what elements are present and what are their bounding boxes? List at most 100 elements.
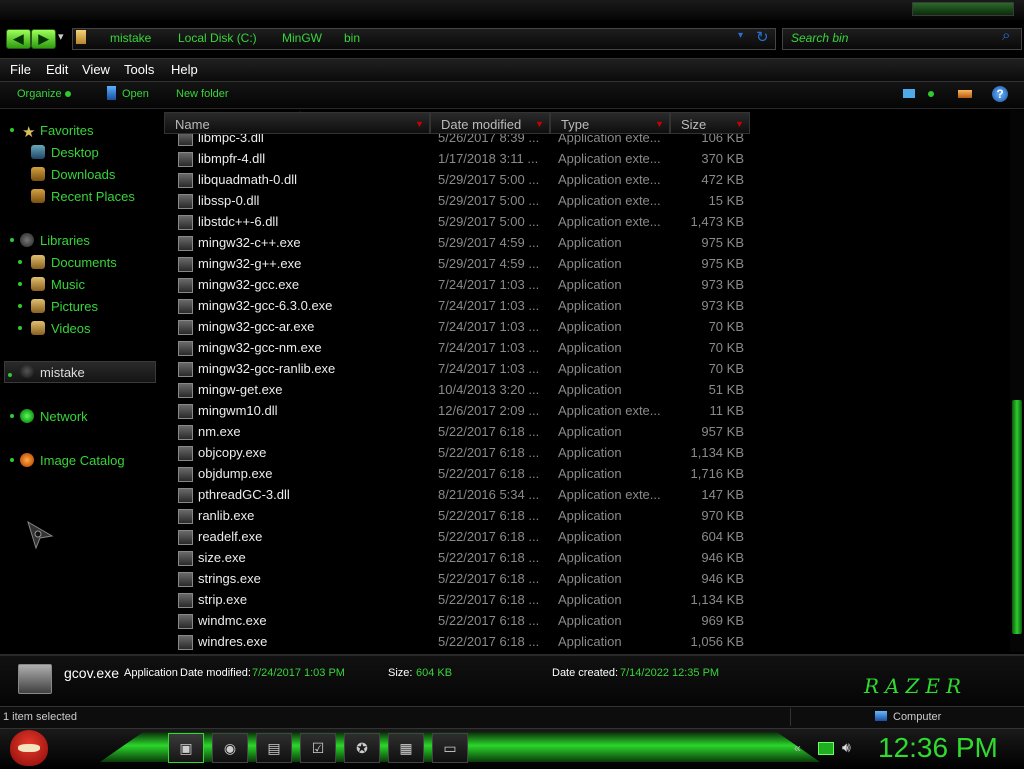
file-size: 1,473 KB — [690, 214, 745, 229]
file-date: 5/22/2017 6:18 ... — [438, 529, 540, 544]
table-row[interactable]: mingw32-gcc-6.3.0.exe 7/24/2017 1:03 ... A… — [164, 295, 754, 316]
table-row[interactable]: ranlib.exe 5/22/2017 6:18 ... Application 9… — [164, 505, 754, 526]
back-button[interactable]: ◀ — [6, 29, 31, 49]
file-name: objdump.exe — [198, 466, 273, 481]
table-row[interactable]: readelf.exe 5/22/2017 6:18 ... Application… — [164, 526, 754, 547]
menu-edit[interactable]: Edit — [46, 62, 68, 77]
details-date-modified: 7/24/2017 1:03 PM — [252, 667, 345, 679]
file-size: 70 KB — [708, 340, 744, 355]
view-dropdown-icon[interactable] — [928, 91, 934, 97]
menu-view[interactable]: View — [82, 62, 110, 77]
status-location: Computer — [893, 711, 942, 723]
file-date: 7/24/2017 1:03 ... — [438, 277, 540, 292]
menu-help[interactable]: Help — [171, 62, 198, 77]
table-row[interactable]: libssp-0.dll 5/29/2017 5:00 ... Applicatio… — [164, 190, 754, 211]
media-icon[interactable]: ▦ — [388, 733, 424, 763]
table-row[interactable]: mingw-get.exe 10/4/2013 3:20 ... Applicati… — [164, 379, 754, 400]
table-row[interactable]: mingw32-c++.exe 5/29/2017 4:59 ... Applica… — [164, 232, 754, 253]
title-bar — [0, 0, 1024, 20]
table-row[interactable]: objcopy.exe 5/22/2017 6:18 ... Application… — [164, 442, 754, 463]
file-name: size.exe — [198, 550, 246, 565]
table-row[interactable]: pthreadGC-3.dll 8/21/2016 5:34 ... Applica… — [164, 484, 754, 505]
tray-chevron-icon[interactable]: « — [794, 741, 801, 755]
forward-button[interactable]: ▶ — [31, 29, 56, 49]
breadcrumb-local-disk[interactable]: Local Disk (C:) — [178, 31, 257, 45]
table-row[interactable]: libquadmath-0.dll 5/29/2017 5:00 ... Appli… — [164, 169, 754, 190]
app-icon[interactable]: ✪ — [344, 733, 380, 763]
file-size: 1,716 KB — [690, 466, 745, 481]
open-icon — [107, 86, 116, 100]
breadcrumb-mingw[interactable]: MinGW — [282, 31, 322, 45]
file-type: Application — [558, 382, 622, 397]
executable-file-icon — [178, 194, 193, 209]
executable-file-icon — [178, 152, 193, 167]
file-size: 975 KB — [701, 235, 744, 250]
table-row[interactable]: windres.exe 5/22/2017 6:18 ... Application… — [164, 631, 754, 652]
menu-file[interactable]: File — [10, 62, 31, 77]
file-type: Application — [558, 298, 622, 313]
breadcrumb-mistake[interactable]: mistake — [110, 31, 151, 45]
file-type: Application — [558, 445, 622, 460]
table-row[interactable]: mingw32-gcc.exe 7/24/2017 1:03 ... Applica… — [164, 274, 754, 295]
file-size: 1,134 KB — [690, 445, 745, 460]
table-row[interactable]: mingw32-gcc-ar.exe 7/24/2017 1:03 ... Appl… — [164, 316, 754, 337]
column-dropdown-icon[interactable]: ▼ — [415, 115, 425, 133]
window-controls[interactable] — [912, 2, 1014, 16]
menu-tools[interactable]: Tools — [124, 62, 154, 77]
file-name: windmc.exe — [198, 613, 267, 628]
organize-dropdown-icon[interactable] — [65, 91, 71, 97]
table-row[interactable]: nm.exe 5/22/2017 6:18 ... Application 957 K… — [164, 421, 754, 442]
file-date: 10/4/2013 3:20 ... — [438, 382, 540, 397]
control-panel-icon[interactable]: ☑ — [300, 733, 336, 763]
column-header-size[interactable]: Size ▼ — [670, 112, 750, 134]
scrollbar-thumb[interactable] — [1012, 400, 1022, 634]
search-icon[interactable]: ⌕ — [1002, 27, 1010, 44]
tray-volume-icon[interactable]: 🔊︎ — [842, 739, 851, 756]
explorer-icon[interactable]: ▣ — [168, 733, 204, 763]
preview-pane-icon[interactable] — [958, 90, 972, 98]
help-icon[interactable]: ? — [992, 86, 1008, 102]
column-dropdown-icon[interactable]: ▼ — [735, 115, 745, 133]
table-row[interactable]: mingw32-gcc-ranlib.exe 7/24/2017 1:03 ...… — [164, 358, 754, 379]
executable-file-icon — [178, 215, 193, 230]
table-row[interactable]: strings.exe 5/22/2017 6:18 ... Application… — [164, 568, 754, 589]
column-dropdown-icon[interactable]: ▼ — [535, 115, 545, 133]
tray-network-icon[interactable] — [818, 742, 834, 755]
new-folder-button[interactable]: New folder — [176, 88, 229, 100]
file-date: 12/6/2017 2:09 ... — [438, 403, 540, 418]
breadcrumb-bin[interactable]: bin — [344, 31, 360, 45]
favorites-expander[interactable] — [10, 128, 14, 132]
table-row[interactable]: mingw32-g++.exe 5/29/2017 4:59 ... Applica… — [164, 253, 754, 274]
refresh-icon[interactable]: ↻ — [756, 28, 769, 46]
table-row[interactable]: mingwm10.dll 12/6/2017 2:09 ... Applicatio… — [164, 400, 754, 421]
file-name: mingw32-g++.exe — [198, 256, 302, 271]
column-dropdown-icon[interactable]: ▼ — [655, 115, 665, 133]
table-row[interactable]: libstdc++-6.dll 5/29/2017 5:00 ... Applica… — [164, 211, 754, 232]
organize-button[interactable]: Organize — [17, 88, 62, 100]
view-options-icon[interactable] — [903, 89, 915, 98]
open-button[interactable]: Open — [122, 88, 149, 100]
notepad-icon[interactable]: ▤ — [256, 733, 292, 763]
table-row[interactable]: libmpfr-4.dll 1/17/2018 3:11 ... Applicati… — [164, 148, 754, 169]
folder-icon — [76, 30, 86, 44]
column-header-type[interactable]: Type ▼ — [550, 112, 670, 134]
cmd-icon[interactable]: ▭ — [432, 733, 468, 763]
table-row[interactable]: windmc.exe 5/22/2017 6:18 ... Application 9… — [164, 610, 754, 631]
file-date: 7/24/2017 1:03 ... — [438, 361, 540, 376]
file-type: Application exte... — [558, 214, 661, 229]
column-header-name[interactable]: Name ▼ — [164, 112, 430, 134]
table-row[interactable]: size.exe 5/22/2017 6:18 ... Application 946… — [164, 547, 754, 568]
file-size: 946 KB — [701, 550, 744, 565]
address-dropdown-icon[interactable]: ▾ — [738, 30, 743, 41]
table-row[interactable]: mingw32-gcc-nm.exe 7/24/2017 1:03 ... Appl… — [164, 337, 754, 358]
file-name: mingwm10.dll — [198, 403, 278, 418]
recent-pages-dropdown[interactable]: ▾ — [58, 30, 64, 43]
column-header-date[interactable]: Date modified ▼ — [430, 112, 550, 134]
details-date-modified-label: Date modified: — [180, 667, 251, 679]
taskbar-clock[interactable]: 12:36 PM — [878, 732, 998, 764]
chrome-icon[interactable]: ◉ — [212, 733, 248, 763]
file-size: 370 KB — [701, 151, 744, 166]
table-row[interactable]: objdump.exe 5/22/2017 6:18 ... Application… — [164, 463, 754, 484]
file-type: Application — [558, 277, 622, 292]
table-row[interactable]: strip.exe 5/22/2017 6:18 ... Application 1,… — [164, 589, 754, 610]
